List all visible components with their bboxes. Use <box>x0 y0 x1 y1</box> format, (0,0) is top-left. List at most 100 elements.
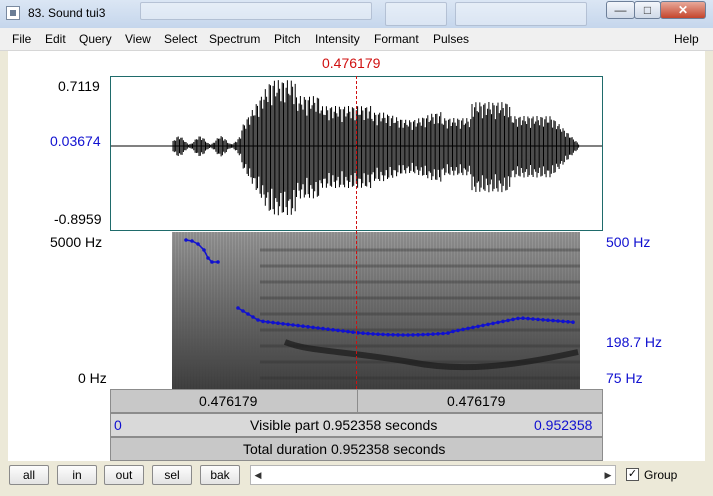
pitch-point <box>436 332 440 336</box>
pitch-point <box>566 320 570 324</box>
pitch-point <box>286 322 290 327</box>
cursor-line <box>356 76 357 389</box>
scroll-left-icon[interactable]: ◀ <box>251 466 265 484</box>
waveform-min-label: -0.8959 <box>54 211 102 227</box>
pitch-point <box>316 326 320 330</box>
maximize-icon: □ <box>643 3 652 17</box>
spectrogram-bottom-freq: 0 Hz <box>78 370 107 386</box>
menu-edit[interactable]: Edit <box>45 32 66 46</box>
pitch-point <box>541 318 545 322</box>
menu-file[interactable]: File <box>12 32 31 46</box>
group-label: Group <box>644 468 678 482</box>
pitch-point <box>210 260 214 264</box>
pitch-point <box>441 331 445 336</box>
pitch-point <box>476 324 480 329</box>
pitch-point <box>341 329 345 333</box>
window-title: 83. Sound tui3 <box>28 6 106 20</box>
pitch-point <box>246 312 250 316</box>
time-right-label: 0.476179 <box>447 393 506 409</box>
waveform-trace <box>172 80 580 216</box>
menu-select[interactable]: Select <box>164 32 197 46</box>
zoom-selection-button[interactable]: sel <box>152 465 192 485</box>
pitch-point <box>471 325 475 330</box>
pitch-point <box>526 316 530 321</box>
pitch-top-label: 500 Hz <box>606 234 651 250</box>
pitch-point <box>196 242 200 246</box>
pitch-point <box>190 239 194 243</box>
pitch-point <box>446 331 450 335</box>
pitch-point <box>336 328 340 333</box>
time-selection-bar[interactable]: 0.476179 0.476179 <box>110 389 603 413</box>
menu-query[interactable]: Query <box>79 32 112 46</box>
pitch-point <box>456 328 460 333</box>
pitch-point <box>536 317 540 322</box>
pitch-point <box>346 329 350 334</box>
background-window-ghost <box>385 2 447 26</box>
horizontal-scrollbar[interactable]: ◀ ▶ <box>250 465 616 485</box>
total-duration-label: Total duration 0.952358 seconds <box>243 441 446 457</box>
pitch-point <box>396 333 400 337</box>
pitch-point <box>216 260 220 264</box>
pitch-point <box>266 320 270 324</box>
pitch-point <box>466 326 470 331</box>
pitch-point <box>361 331 365 335</box>
maximize-button[interactable]: □ <box>634 1 661 19</box>
app-icon <box>6 6 20 20</box>
pitch-point <box>236 306 240 310</box>
pitch-point <box>376 332 380 336</box>
menu-pitch[interactable]: Pitch <box>274 32 301 46</box>
pitch-point <box>331 328 335 332</box>
zoom-in-button[interactable]: in <box>57 465 97 485</box>
pitch-point <box>261 319 265 324</box>
background-window-ghost <box>140 2 372 20</box>
pitch-point <box>506 318 510 323</box>
pitch-point <box>491 321 495 326</box>
menu-spectrum[interactable]: Spectrum <box>209 32 260 46</box>
total-duration-bar[interactable]: Total duration 0.952358 seconds <box>110 437 603 461</box>
menu-pulses[interactable]: Pulses <box>433 32 469 46</box>
pitch-point <box>281 322 285 326</box>
pitch-point <box>256 318 260 322</box>
pitch-point <box>531 317 535 321</box>
group-checkbox[interactable]: ✓ <box>626 468 639 481</box>
close-button[interactable]: ✕ <box>660 1 706 19</box>
menu-formant[interactable]: Formant <box>374 32 419 46</box>
scroll-right-icon[interactable]: ▶ <box>601 466 615 484</box>
zoom-back-button[interactable]: bak <box>200 465 240 485</box>
menu-view[interactable]: View <box>125 32 151 46</box>
pitch-point <box>501 319 505 324</box>
pitch-point <box>351 330 355 334</box>
pitch-point <box>386 332 390 337</box>
pitch-point <box>276 321 280 325</box>
visible-end-label: 0.952358 <box>534 417 593 433</box>
pitch-point <box>301 324 305 328</box>
menu-help[interactable]: Help <box>674 32 699 46</box>
pitch-point <box>311 325 315 330</box>
menu-intensity[interactable]: Intensity <box>315 32 360 46</box>
pitch-point <box>411 333 415 337</box>
pitch-point <box>206 256 210 260</box>
pitch-point <box>271 320 275 325</box>
close-icon: ✕ <box>677 3 689 17</box>
pitch-point <box>516 316 520 321</box>
all-button[interactable]: all <box>9 465 49 485</box>
bottom-toolbar: all in out sel bak ◀ ▶ ✓ Group <box>0 462 713 496</box>
pitch-point <box>381 332 385 337</box>
waveform-max-label: 0.7119 <box>58 78 100 94</box>
pitch-point <box>431 332 435 336</box>
pitch-point <box>426 332 430 337</box>
pitch-point <box>561 319 565 324</box>
title-bar: 83. Sound tui3 — □ ✕ <box>0 0 713 29</box>
pitch-point <box>486 322 490 327</box>
waveform-cursor-value: 0.03674 <box>50 133 101 149</box>
minimize-button[interactable]: — <box>606 1 635 19</box>
pitch-point <box>496 320 500 325</box>
menu-bar: File Edit Query View Select Spectrum Pit… <box>0 28 713 51</box>
visible-part-bar[interactable]: 0 Visible part 0.952358 seconds 0.952358 <box>110 413 603 437</box>
pitch-point <box>366 331 370 336</box>
pitch-point <box>184 238 188 242</box>
pitch-point <box>556 319 560 323</box>
zoom-out-button[interactable]: out <box>104 465 144 485</box>
pitch-point <box>371 332 375 336</box>
pitch-point <box>401 333 405 337</box>
